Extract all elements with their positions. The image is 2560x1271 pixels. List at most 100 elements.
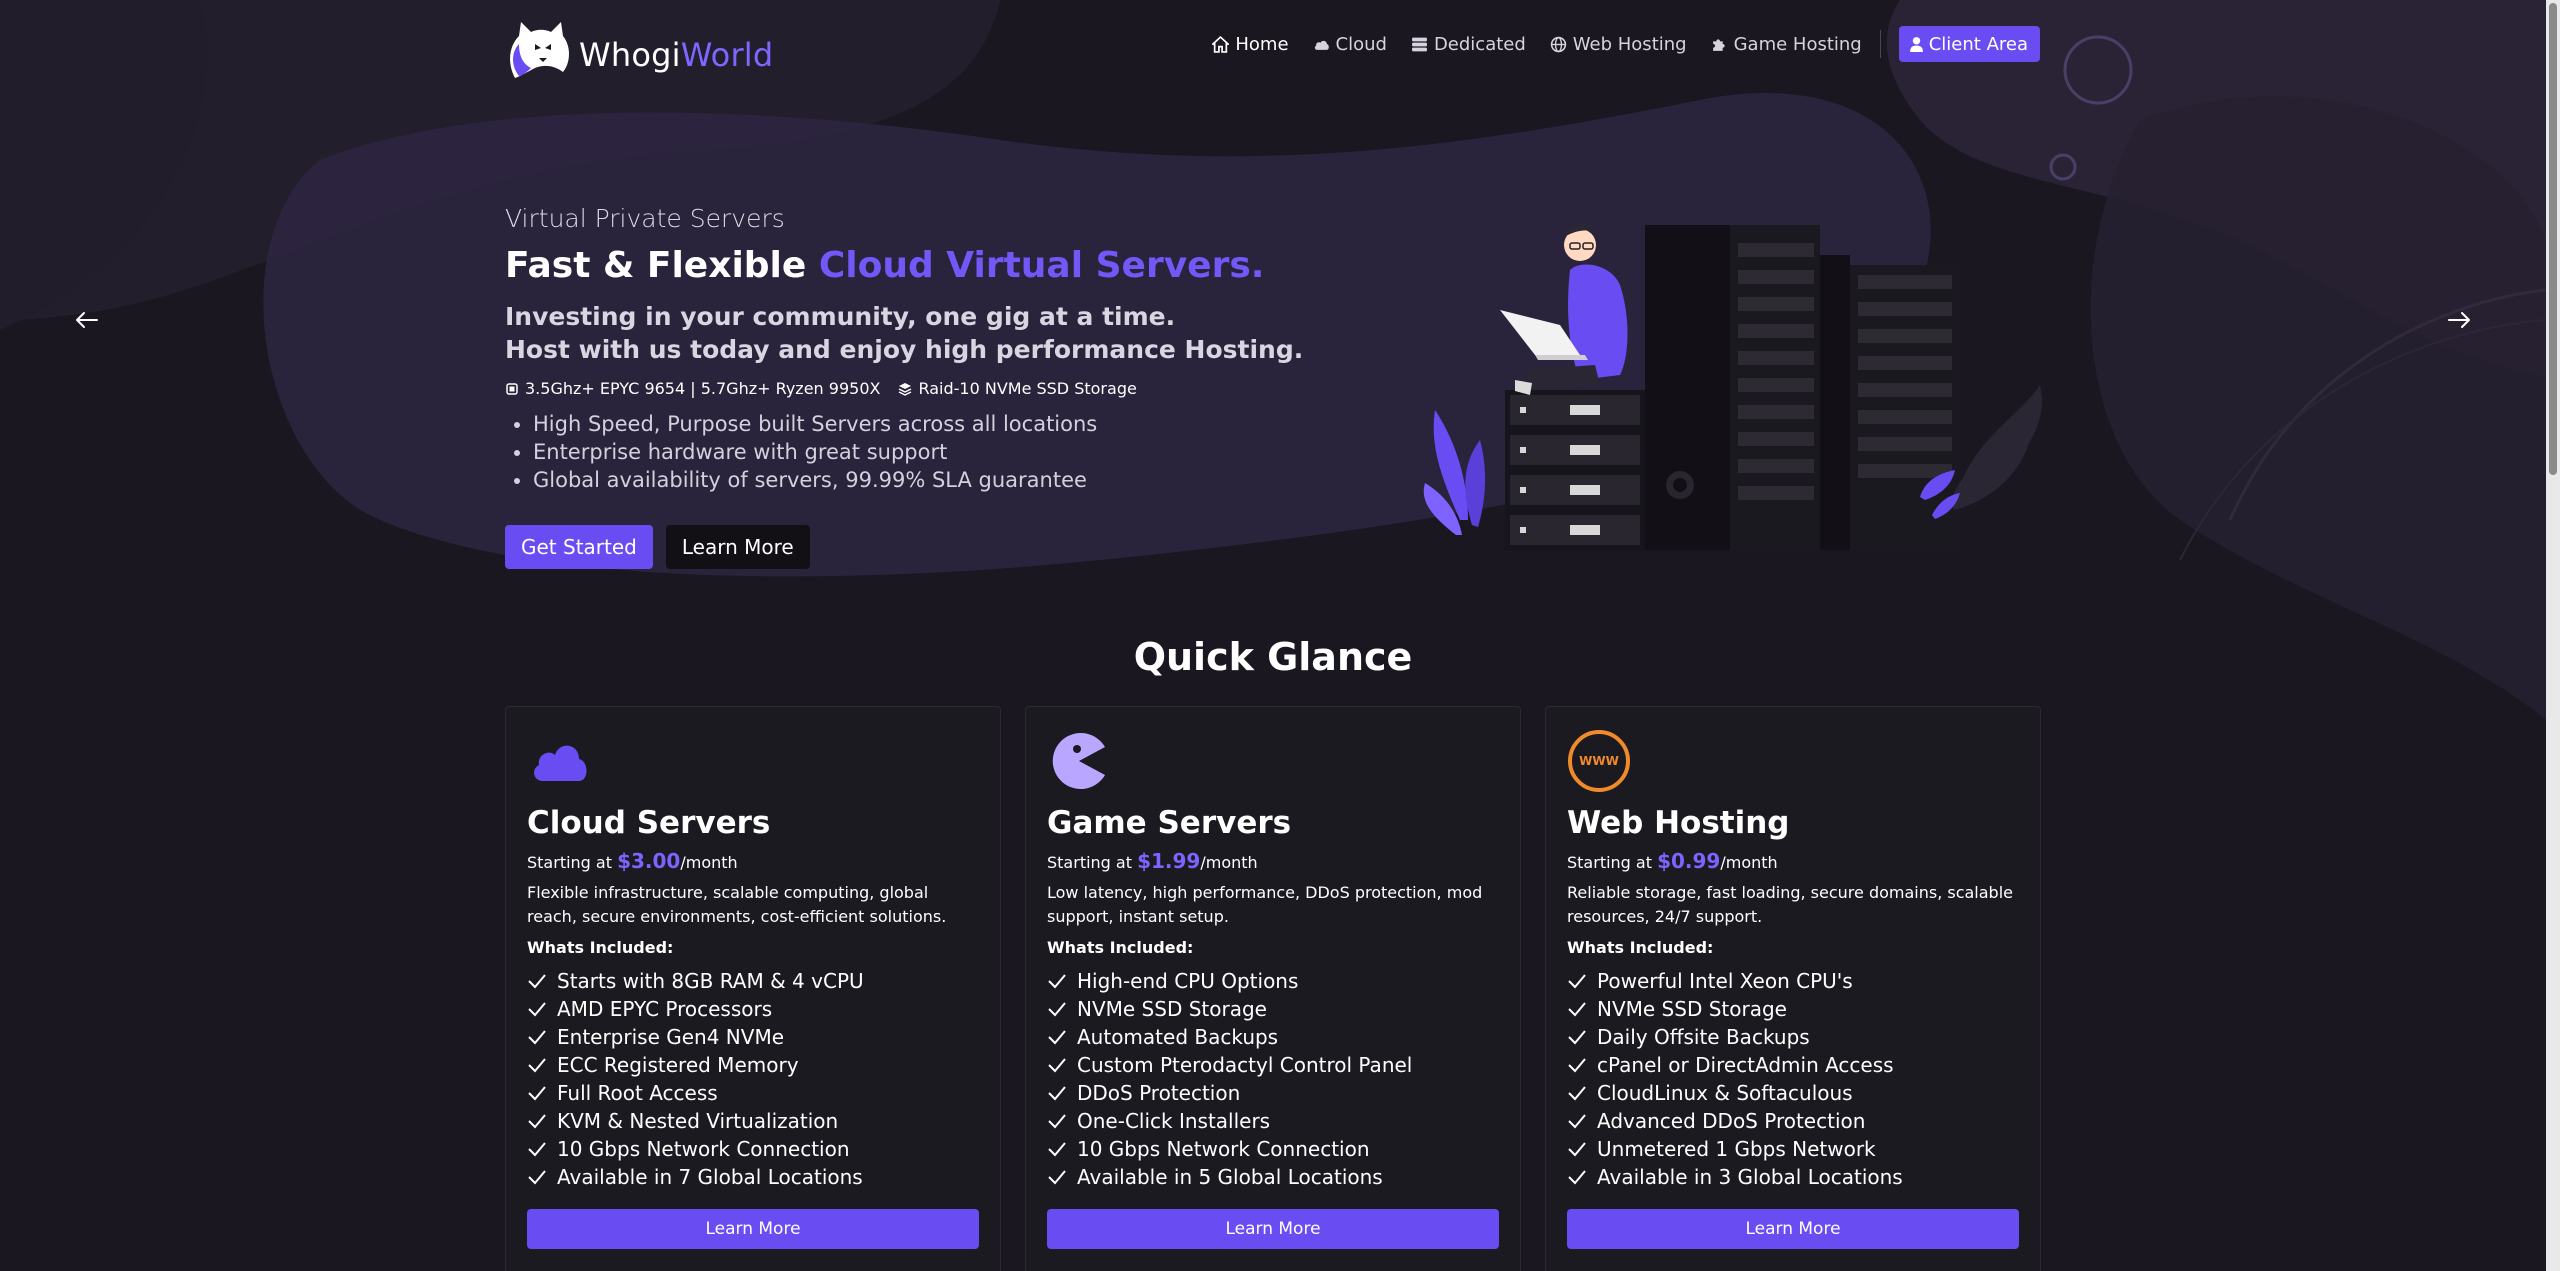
feature-item: Custom Pterodactyl Control Panel: [1047, 1051, 1412, 1079]
feature-text: Custom Pterodactyl Control Panel: [1077, 1053, 1413, 1077]
cloud-icon: [1314, 40, 1329, 50]
checkmark-icon: [1048, 1114, 1066, 1129]
hero-bullet: High Speed, Purpose built Servers across…: [533, 410, 1405, 438]
feature-item: DDoS Protection: [1047, 1079, 1412, 1107]
brand-name[interactable]: WhogiWorld: [579, 36, 773, 74]
www-label: WWW: [1579, 754, 1619, 768]
pacman-icon: [1052, 733, 1105, 789]
checkmark-icon: [1048, 1058, 1066, 1073]
feature-text: KVM & Nested Virtualization: [557, 1109, 839, 1133]
price-amount: $3.00: [617, 849, 681, 873]
feature-item: Automated Backups: [1047, 1023, 1412, 1051]
cloud-icon: [534, 745, 587, 781]
feature-item: Available in 3 Global Locations: [1567, 1163, 1903, 1191]
feature-text: NVMe SSD Storage: [1597, 997, 1787, 1021]
checkmark-icon: [528, 1002, 546, 1017]
per-month-label: /month: [680, 853, 738, 872]
feature-item: Daily Offsite Backups: [1567, 1023, 1903, 1051]
card-description: Flexible infrastructure, scalable comput…: [527, 883, 947, 926]
nav-item-web-hosting[interactable]: Web Hosting: [1550, 34, 1687, 55]
nav-item-cloud[interactable]: Cloud: [1313, 34, 1387, 55]
feature-text: Advanced DDoS Protection: [1597, 1109, 1866, 1133]
feature-item: CloudLinux & Softaculous: [1567, 1079, 1903, 1107]
cloud-learn-more-button[interactable]: Learn More: [527, 1209, 979, 1249]
carousel-prev-arrow-icon[interactable]: [72, 305, 102, 335]
carousel-next-arrow-icon[interactable]: [2444, 305, 2474, 335]
feature-item: NVMe SSD Storage: [1567, 995, 1903, 1023]
card-title: Game Servers: [1047, 805, 1292, 841]
scrollbar-thumb[interactable]: [2549, 3, 2557, 475]
checkmark-icon: [528, 1114, 546, 1129]
feature-item: Powerful Intel Xeon CPU's: [1567, 967, 1903, 995]
checkmark-icon: [528, 1058, 546, 1073]
feature-text: cPanel or DirectAdmin Access: [1597, 1053, 1894, 1077]
feature-item: Full Root Access: [527, 1079, 864, 1107]
card-title: Cloud Servers: [527, 805, 771, 841]
main-menu: Home Cloud Dedicated Web Hosting Game Ho…: [1188, 26, 2040, 62]
feature-item: NVMe SSD Storage: [1047, 995, 1412, 1023]
hero-eyebrow: Virtual Private Servers: [505, 204, 785, 233]
www-globe-icon: WWW: [1568, 730, 1630, 792]
quick-glance-title: Quick Glance: [1133, 635, 1413, 679]
feature-text: DDoS Protection: [1077, 1081, 1241, 1105]
feature-text: Unmetered 1 Gbps Network: [1597, 1137, 1876, 1161]
feature-item: Enterprise Gen4 NVMe: [527, 1023, 864, 1051]
feature-text: Automated Backups: [1077, 1025, 1279, 1049]
hero-tagline: Investing in your community, one gig at …: [505, 300, 1405, 366]
hero-title-plain: Fast & Flexible: [505, 245, 819, 286]
nav-item-home[interactable]: Home: [1212, 34, 1289, 55]
feature-list: Powerful Intel Xeon CPU's NVMe SSD Stora…: [1567, 967, 1903, 1191]
feature-item: Unmetered 1 Gbps Network: [1567, 1135, 1903, 1163]
hero-title-accent: Cloud Virtual Servers.: [818, 245, 1265, 286]
checkmark-icon: [1048, 1030, 1066, 1045]
card-price: Starting at $1.99/month: [1047, 849, 1258, 873]
storage-spec-text: Raid-10 NVMe SSD Storage: [918, 379, 1137, 398]
brand-name-part2: World: [680, 36, 774, 74]
feature-text: Daily Offsite Backups: [1597, 1025, 1810, 1049]
cpu-spec: 3.5Ghz+ EPYC 9654 | 5.7Ghz+ Ryzen 9950X: [505, 379, 880, 398]
puzzle-icon: [1712, 38, 1725, 51]
nav-item-label: Dedicated: [1433, 33, 1526, 55]
layers-icon: [899, 382, 912, 396]
web-hosting-card: WWW Web Hosting Starting at $0.99/month …: [1545, 706, 2041, 1271]
storage-spec: Raid-10 NVMe SSD Storage: [898, 379, 1137, 398]
web-learn-more-button[interactable]: Learn More: [1567, 1209, 2019, 1249]
checkmark-icon: [1048, 1002, 1066, 1017]
whats-included-label: Whats Included:: [1047, 938, 1194, 957]
client-area-button[interactable]: Client Area: [1898, 26, 2040, 62]
nav-item-label: Cloud: [1335, 33, 1387, 55]
checkmark-icon: [1568, 1170, 1586, 1185]
per-month-label: /month: [1720, 853, 1778, 872]
hero-specs: 3.5Ghz+ EPYC 9654 | 5.7Ghz+ Ryzen 9950X …: [505, 379, 1405, 398]
hero-bullet: Global availability of servers, 99.99% S…: [533, 466, 1405, 494]
checkmark-icon: [1568, 974, 1586, 989]
hero-section: Virtual Private Servers Fast & Flexible …: [505, 204, 1405, 569]
checkmark-icon: [1568, 1058, 1586, 1073]
nav-item-label: Game Hosting: [1733, 33, 1862, 55]
hero-learn-more-button[interactable]: Learn More: [665, 525, 810, 569]
starting-at-label: Starting at: [1047, 853, 1138, 872]
hero-title: Fast & Flexible Cloud Virtual Servers.: [505, 244, 1405, 288]
feature-text: 10 Gbps Network Connection: [1077, 1137, 1370, 1161]
get-started-button[interactable]: Get Started: [505, 525, 653, 569]
checkmark-icon: [528, 974, 546, 989]
hero-tagline-line1: Investing in your community, one gig at …: [505, 302, 1176, 331]
feature-text: Available in 5 Global Locations: [1077, 1165, 1383, 1189]
checkmark-icon: [1568, 1142, 1586, 1157]
feature-list: High-end CPU Options NVMe SSD Storage Au…: [1047, 967, 1412, 1191]
card-title: Web Hosting: [1567, 805, 1790, 841]
server-illustration: [1423, 223, 2042, 550]
feature-item: ECC Registered Memory: [527, 1051, 864, 1079]
game-learn-more-button[interactable]: Learn More: [1047, 1209, 1499, 1249]
nav-item-game-hosting[interactable]: Game Hosting: [1711, 34, 1862, 55]
checkmark-icon: [1568, 1030, 1586, 1045]
page-scrollbar[interactable]: [2546, 0, 2560, 1271]
brand-name-part1: Whogi: [579, 36, 681, 74]
feature-item: AMD EPYC Processors: [527, 995, 864, 1023]
card-price: Starting at $3.00/month: [527, 849, 738, 873]
whats-included-label: Whats Included:: [527, 938, 674, 957]
wolf-logo-icon[interactable]: [505, 18, 575, 80]
nav-item-dedicated[interactable]: Dedicated: [1411, 34, 1526, 55]
globe-icon: [1550, 36, 1566, 52]
feature-text: AMD EPYC Processors: [557, 997, 773, 1021]
